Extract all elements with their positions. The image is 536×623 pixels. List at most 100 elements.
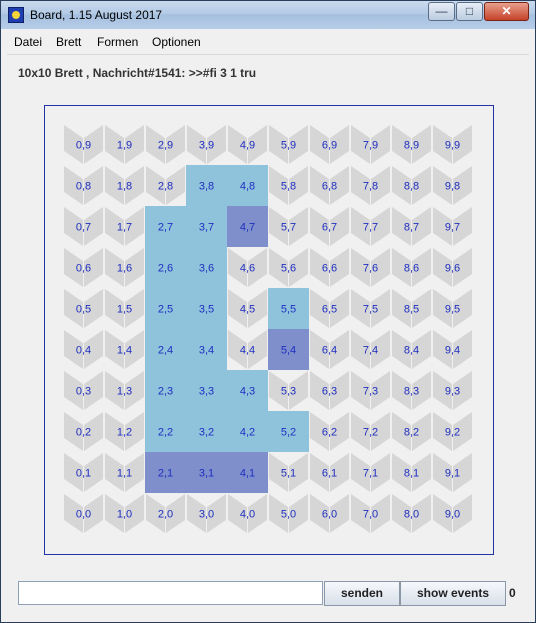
cell-coordinate-label: 1,9 (117, 140, 132, 152)
cell-coordinate-label: 4,3 (240, 386, 255, 398)
cell-coordinate-label: 9,7 (445, 222, 460, 234)
cell-coordinate-label: 2,8 (158, 181, 173, 193)
cell-coordinate-label: 5,0 (281, 509, 296, 521)
status-message: 10x10 Brett , Nachricht#1541: >>#fi 3 1 … (18, 66, 257, 80)
cell-coordinate-label: 5,4 (281, 345, 296, 357)
cell-coordinate-label: 2,5 (158, 304, 173, 316)
message-input[interactable] (18, 581, 323, 605)
cell-coordinate-label: 6,8 (322, 181, 337, 193)
cell-coordinate-label: 1,4 (117, 345, 132, 357)
send-button[interactable]: senden (324, 581, 400, 606)
cell-coordinate-label: 8,7 (404, 222, 419, 234)
cell-coordinate-label: 5,3 (281, 386, 296, 398)
cell-coordinate-label: 5,9 (281, 140, 296, 152)
cell-coordinate-label: 0,2 (76, 427, 91, 439)
cell-coordinate-label: 8,3 (404, 386, 419, 398)
menu-brett[interactable]: Brett (56, 35, 81, 49)
cell-coordinate-label: 4,4 (240, 345, 255, 357)
cell-coordinate-label: 3,3 (199, 386, 214, 398)
cell-coordinate-label: 0,6 (76, 263, 91, 275)
cell-coordinate-label: 6,6 (322, 263, 337, 275)
cell-coordinate-label: 2,0 (158, 509, 173, 521)
cell-coordinate-label: 0,3 (76, 386, 91, 398)
cell-coordinate-label: 4,5 (240, 304, 255, 316)
cell-coordinate-label: 1,5 (117, 304, 132, 316)
cell-coordinate-label: 5,7 (281, 222, 296, 234)
cell-coordinate-label: 7,9 (363, 140, 378, 152)
minimize-button[interactable]: — (428, 2, 455, 21)
app-window: Board, 1.15 August 2017 — □ ✕ Datei Bret… (0, 0, 536, 623)
cell-coordinate-label: 1,2 (117, 427, 132, 439)
cell-coordinate-label: 9,9 (445, 140, 460, 152)
cell-coordinate-label: 6,2 (322, 427, 337, 439)
board-panel: 0,9 1,9 2,9 3,9 4,9 5,9 6,9 7,9 8,9 9,9 0,8 1,8 2,8 3… (44, 105, 494, 555)
cell-coordinate-label: 0,8 (76, 181, 91, 193)
title-bar[interactable]: Board, 1.15 August 2017 — □ ✕ (1, 1, 535, 29)
board-grid[interactable]: 0,9 1,9 2,9 3,9 4,9 5,9 6,9 7,9 8,9 9,9 0,8 1,8 2,8 3… (45, 106, 493, 554)
cell-coordinate-label: 9,6 (445, 263, 460, 275)
cell-coordinate-label: 2,9 (158, 140, 173, 152)
menu-optionen[interactable]: Optionen (152, 35, 201, 49)
cell-coordinate-label: 8,8 (404, 181, 419, 193)
cell-coordinate-label: 2,3 (158, 386, 173, 398)
cell-coordinate-label: 0,0 (76, 509, 91, 521)
cell-coordinate-label: 7,5 (363, 304, 378, 316)
cell-coordinate-label: 1,3 (117, 386, 132, 398)
cell-coordinate-label: 9,5 (445, 304, 460, 316)
show-events-button[interactable]: show events (400, 581, 506, 606)
cell-coordinate-label: 5,5 (281, 304, 296, 316)
cell-coordinate-label: 5,6 (281, 263, 296, 275)
cell-coordinate-label: 3,0 (199, 509, 214, 521)
cell-coordinate-label: 5,1 (281, 468, 296, 480)
cell-coordinate-label: 4,9 (240, 140, 255, 152)
cell-coordinate-label: 6,9 (322, 140, 337, 152)
menu-datei[interactable]: Datei (14, 35, 42, 49)
cell-coordinate-label: 9,8 (445, 181, 460, 193)
cell-coordinate-label: 9,2 (445, 427, 460, 439)
cell-coordinate-label: 5,2 (281, 427, 296, 439)
cell-coordinate-label: 6,0 (322, 509, 337, 521)
cell-coordinate-label: 8,6 (404, 263, 419, 275)
cell-coordinate-label: 4,7 (240, 222, 255, 234)
cell-coordinate-label: 0,9 (76, 140, 91, 152)
cell-coordinate-label: 9,0 (445, 509, 460, 521)
maximize-button[interactable]: □ (456, 2, 483, 21)
cell-coordinate-label: 6,3 (322, 386, 337, 398)
cell-coordinate-label: 2,4 (158, 345, 173, 357)
cell-coordinate-label: 3,6 (199, 263, 214, 275)
cell-coordinate-label: 3,8 (199, 181, 214, 193)
cell-coordinate-label: 3,5 (199, 304, 214, 316)
cell-coordinate-label: 6,7 (322, 222, 337, 234)
cell-coordinate-label: 0,5 (76, 304, 91, 316)
cell-coordinate-label: 9,4 (445, 345, 460, 357)
menu-divider (7, 54, 529, 55)
cell-coordinate-label: 9,3 (445, 386, 460, 398)
close-button[interactable]: ✕ (484, 2, 529, 21)
menu-formen[interactable]: Formen (97, 35, 138, 49)
cell-coordinate-label: 2,1 (158, 468, 173, 480)
cell-coordinate-label: 3,1 (199, 468, 214, 480)
cell-coordinate-label: 7,0 (363, 509, 378, 521)
window-title: Board, 1.15 August 2017 (30, 8, 163, 22)
cell-coordinate-label: 0,4 (76, 345, 91, 357)
cell-coordinate-label: 3,2 (199, 427, 214, 439)
menu-bar: Datei Brett Formen Optionen (1, 31, 535, 53)
cell-coordinate-label: 3,4 (199, 345, 214, 357)
cell-coordinate-label: 7,1 (363, 468, 378, 480)
cell-coordinate-label: 4,8 (240, 181, 255, 193)
cell-coordinate-label: 2,6 (158, 263, 173, 275)
cell-coordinate-label: 4,2 (240, 427, 255, 439)
cell-coordinate-label: 3,7 (199, 222, 214, 234)
cell-coordinate-label: 7,3 (363, 386, 378, 398)
cell-coordinate-label: 5,8 (281, 181, 296, 193)
cell-coordinate-label: 6,1 (322, 468, 337, 480)
cell-coordinate-label: 7,4 (363, 345, 378, 357)
cell-coordinate-label: 8,9 (404, 140, 419, 152)
cell-coordinate-label: 1,0 (117, 509, 132, 521)
cell-coordinate-label: 8,5 (404, 304, 419, 316)
cell-coordinate-label: 4,1 (240, 468, 255, 480)
cell-coordinate-label: 4,0 (240, 509, 255, 521)
cell-coordinate-label: 9,1 (445, 468, 460, 480)
cell-coordinate-label: 7,2 (363, 427, 378, 439)
event-counter: 0 (509, 586, 516, 600)
